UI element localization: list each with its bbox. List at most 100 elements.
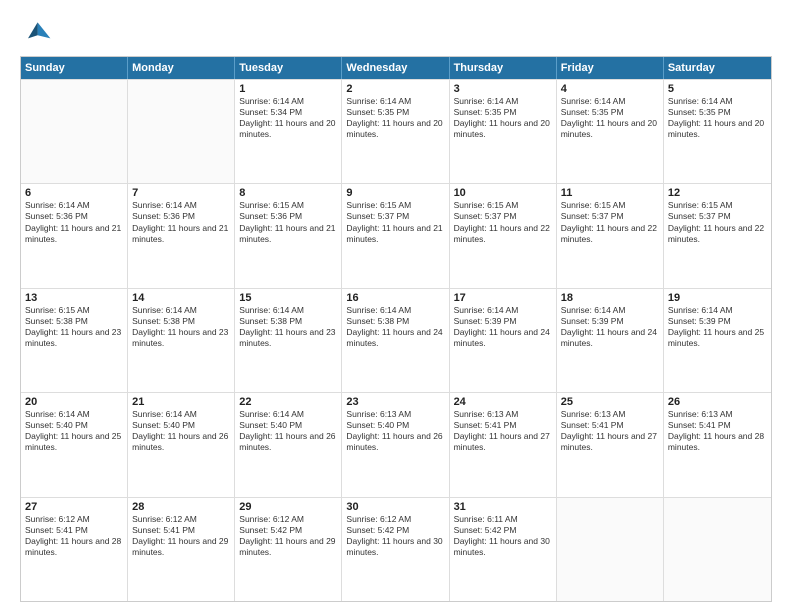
day-cell-18: 18Sunrise: 6:14 AM Sunset: 5:39 PM Dayli…	[557, 289, 664, 392]
day-info: Sunrise: 6:13 AM Sunset: 5:41 PM Dayligh…	[668, 409, 767, 453]
day-number: 10	[454, 187, 552, 199]
day-info: Sunrise: 6:15 AM Sunset: 5:37 PM Dayligh…	[346, 200, 444, 244]
day-cell-28: 28Sunrise: 6:12 AM Sunset: 5:41 PM Dayli…	[128, 498, 235, 601]
day-cell-20: 20Sunrise: 6:14 AM Sunset: 5:40 PM Dayli…	[21, 393, 128, 496]
day-cell-21: 21Sunrise: 6:14 AM Sunset: 5:40 PM Dayli…	[128, 393, 235, 496]
day-number: 28	[132, 501, 230, 513]
day-info: Sunrise: 6:14 AM Sunset: 5:38 PM Dayligh…	[346, 305, 444, 349]
day-number: 27	[25, 501, 123, 513]
calendar-row-1: 1Sunrise: 6:14 AM Sunset: 5:34 PM Daylig…	[21, 79, 771, 183]
day-cell-1: 1Sunrise: 6:14 AM Sunset: 5:34 PM Daylig…	[235, 80, 342, 183]
calendar-row-2: 6 Sunrise: 6:14 AM Sunset: 5:36 PM Daylig…	[21, 183, 771, 287]
day-info: Sunrise: 6:14 AM Sunset: 5:40 PM Dayligh…	[239, 409, 337, 453]
day-number: 26	[668, 396, 767, 408]
day-number: 14	[132, 292, 230, 304]
day-cell-10: 10Sunrise: 6:15 AM Sunset: 5:37 PM Dayli…	[450, 184, 557, 287]
day-number: 4	[561, 83, 659, 95]
day-cell-17: 17Sunrise: 6:14 AM Sunset: 5:39 PM Dayli…	[450, 289, 557, 392]
empty-cell	[21, 80, 128, 183]
day-cell-5: 5Sunrise: 6:14 AM Sunset: 5:35 PM Daylig…	[664, 80, 771, 183]
day-cell-2: 2Sunrise: 6:14 AM Sunset: 5:35 PM Daylig…	[342, 80, 449, 183]
day-info: Sunrise: 6:15 AM Sunset: 5:38 PM Dayligh…	[25, 305, 123, 349]
calendar-row-3: 13Sunrise: 6:15 AM Sunset: 5:38 PM Dayli…	[21, 288, 771, 392]
day-info: Sunrise: 6:13 AM Sunset: 5:41 PM Dayligh…	[454, 409, 552, 453]
day-number: 21	[132, 396, 230, 408]
day-info: Sunrise: 6:14 AM Sunset: 5:38 PM Dayligh…	[132, 305, 230, 349]
day-cell-7: 7Sunrise: 6:14 AM Sunset: 5:36 PM Daylig…	[128, 184, 235, 287]
day-info: Sunrise: 6:14 AM Sunset: 5:40 PM Dayligh…	[25, 409, 123, 453]
day-cell-30: 30Sunrise: 6:12 AM Sunset: 5:42 PM Dayli…	[342, 498, 449, 601]
day-info: Sunrise: 6:14 AM Sunset: 5:34 PM Dayligh…	[239, 96, 337, 140]
day-cell-19: 19Sunrise: 6:14 AM Sunset: 5:39 PM Dayli…	[664, 289, 771, 392]
day-cell-24: 24Sunrise: 6:13 AM Sunset: 5:41 PM Dayli…	[450, 393, 557, 496]
day-info: Sunrise: 6:14 AM Sunset: 5:35 PM Dayligh…	[346, 96, 444, 140]
day-cell-16: 16Sunrise: 6:14 AM Sunset: 5:38 PM Dayli…	[342, 289, 449, 392]
day-cell-8: 8Sunrise: 6:15 AM Sunset: 5:36 PM Daylig…	[235, 184, 342, 287]
header-day-sunday: Sunday	[21, 57, 128, 79]
header-day-thursday: Thursday	[450, 57, 557, 79]
day-number: 6	[25, 187, 123, 199]
day-info: Sunrise: 6:15 AM Sunset: 5:37 PM Dayligh…	[561, 200, 659, 244]
empty-cell	[664, 498, 771, 601]
header-day-tuesday: Tuesday	[235, 57, 342, 79]
day-number: 3	[454, 83, 552, 95]
day-number: 29	[239, 501, 337, 513]
day-number: 8	[239, 187, 337, 199]
day-info: Sunrise: 6:15 AM Sunset: 5:36 PM Dayligh…	[239, 200, 337, 244]
day-number: 17	[454, 292, 552, 304]
calendar-row-4: 20Sunrise: 6:14 AM Sunset: 5:40 PM Dayli…	[21, 392, 771, 496]
day-number: 15	[239, 292, 337, 304]
day-info: Sunrise: 6:15 AM Sunset: 5:37 PM Dayligh…	[668, 200, 767, 244]
day-cell-27: 27Sunrise: 6:12 AM Sunset: 5:41 PM Dayli…	[21, 498, 128, 601]
day-number: 19	[668, 292, 767, 304]
day-number: 16	[346, 292, 444, 304]
day-number: 2	[346, 83, 444, 95]
day-info: Sunrise: 6:15 AM Sunset: 5:37 PM Dayligh…	[454, 200, 552, 244]
day-info: Sunrise: 6:14 AM Sunset: 5:40 PM Dayligh…	[132, 409, 230, 453]
day-info: Sunrise: 6:12 AM Sunset: 5:42 PM Dayligh…	[346, 514, 444, 558]
calendar-row-5: 27Sunrise: 6:12 AM Sunset: 5:41 PM Dayli…	[21, 497, 771, 601]
day-number: 22	[239, 396, 337, 408]
day-cell-29: 29Sunrise: 6:12 AM Sunset: 5:42 PM Dayli…	[235, 498, 342, 601]
header	[20, 16, 772, 48]
day-info: Sunrise: 6:14 AM Sunset: 5:35 PM Dayligh…	[668, 96, 767, 140]
day-info: Sunrise: 6:12 AM Sunset: 5:41 PM Dayligh…	[25, 514, 123, 558]
day-cell-3: 3Sunrise: 6:14 AM Sunset: 5:35 PM Daylig…	[450, 80, 557, 183]
day-number: 5	[668, 83, 767, 95]
day-cell-12: 12Sunrise: 6:15 AM Sunset: 5:37 PM Dayli…	[664, 184, 771, 287]
day-info: Sunrise: 6:14 AM Sunset: 5:39 PM Dayligh…	[454, 305, 552, 349]
day-number: 18	[561, 292, 659, 304]
logo-icon	[20, 16, 52, 48]
day-cell-14: 14Sunrise: 6:14 AM Sunset: 5:38 PM Dayli…	[128, 289, 235, 392]
day-number: 25	[561, 396, 659, 408]
day-cell-13: 13Sunrise: 6:15 AM Sunset: 5:38 PM Dayli…	[21, 289, 128, 392]
day-number: 1	[239, 83, 337, 95]
empty-cell	[557, 498, 664, 601]
day-info: Sunrise: 6:14 AM Sunset: 5:36 PM Dayligh…	[132, 200, 230, 244]
day-info: Sunrise: 6:12 AM Sunset: 5:42 PM Dayligh…	[239, 514, 337, 558]
day-number: 11	[561, 187, 659, 199]
day-cell-11: 11Sunrise: 6:15 AM Sunset: 5:37 PM Dayli…	[557, 184, 664, 287]
day-info: Sunrise: 6:13 AM Sunset: 5:40 PM Dayligh…	[346, 409, 444, 453]
day-number: 13	[25, 292, 123, 304]
day-cell-6: 6Sunrise: 6:14 AM Sunset: 5:36 PM Daylig…	[21, 184, 128, 287]
day-number: 12	[668, 187, 767, 199]
day-cell-31: 31Sunrise: 6:11 AM Sunset: 5:42 PM Dayli…	[450, 498, 557, 601]
day-info: Sunrise: 6:14 AM Sunset: 5:35 PM Dayligh…	[454, 96, 552, 140]
day-number: 30	[346, 501, 444, 513]
day-cell-25: 25Sunrise: 6:13 AM Sunset: 5:41 PM Dayli…	[557, 393, 664, 496]
header-day-saturday: Saturday	[664, 57, 771, 79]
day-cell-26: 26Sunrise: 6:13 AM Sunset: 5:41 PM Dayli…	[664, 393, 771, 496]
day-info: Sunrise: 6:11 AM Sunset: 5:42 PM Dayligh…	[454, 514, 552, 558]
header-day-monday: Monday	[128, 57, 235, 79]
day-info: Sunrise: 6:12 AM Sunset: 5:41 PM Dayligh…	[132, 514, 230, 558]
day-cell-15: 15Sunrise: 6:14 AM Sunset: 5:38 PM Dayli…	[235, 289, 342, 392]
day-info: Sunrise: 6:14 AM Sunset: 5:39 PM Dayligh…	[668, 305, 767, 349]
header-day-friday: Friday	[557, 57, 664, 79]
calendar: SundayMondayTuesdayWednesdayThursdayFrid…	[20, 56, 772, 602]
day-cell-4: 4Sunrise: 6:14 AM Sunset: 5:35 PM Daylig…	[557, 80, 664, 183]
day-cell-23: 23Sunrise: 6:13 AM Sunset: 5:40 PM Dayli…	[342, 393, 449, 496]
day-info: Sunrise: 6:14 AM Sunset: 5:35 PM Dayligh…	[561, 96, 659, 140]
day-info: Sunrise: 6:14 AM Sunset: 5:38 PM Dayligh…	[239, 305, 337, 349]
calendar-body: 1Sunrise: 6:14 AM Sunset: 5:34 PM Daylig…	[21, 79, 771, 601]
